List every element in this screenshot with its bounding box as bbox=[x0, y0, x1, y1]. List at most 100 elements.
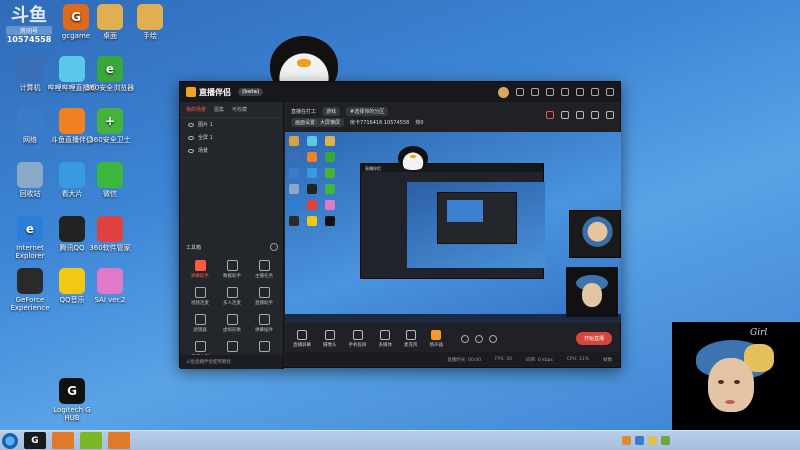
minimize-icon[interactable] bbox=[576, 88, 584, 96]
status-duration: 直播时长: 00:00 bbox=[447, 357, 482, 363]
btn-label: 扬声器 bbox=[429, 342, 444, 348]
media-button[interactable]: 多媒体 bbox=[379, 329, 392, 348]
version-pill: (beta) bbox=[238, 88, 264, 96]
screenshot-icon[interactable] bbox=[576, 111, 584, 119]
message-icon[interactable] bbox=[531, 88, 539, 96]
desktop-icon[interactable]: SAI ver.2 bbox=[84, 268, 136, 304]
watermark-sub: 房间号 bbox=[6, 26, 52, 35]
tool-button[interactable]: 直播助手 bbox=[248, 287, 280, 306]
screen-setting-chip[interactable]: 画面设置：大屏横屏 bbox=[291, 118, 345, 127]
btn-label: 直播屏幕 bbox=[293, 342, 311, 348]
portrait-signature: Girl bbox=[750, 328, 768, 338]
tool-icon bbox=[226, 287, 238, 298]
tool-button[interactable]: 滤镜器 bbox=[184, 314, 216, 333]
tab-favorites[interactable]: 可收藏 bbox=[232, 106, 247, 113]
btn-label: 麦克风 bbox=[404, 342, 418, 348]
tool-button[interactable]: 主播任务 bbox=[248, 260, 280, 279]
lock-icon[interactable] bbox=[561, 111, 569, 119]
tool-icon bbox=[194, 260, 206, 271]
brand-logo-icon bbox=[186, 87, 196, 97]
taskbar-app-douyu[interactable] bbox=[108, 432, 130, 449]
tray-icon[interactable] bbox=[622, 436, 631, 445]
tab-my-scenes[interactable]: 我的场景 bbox=[186, 106, 206, 113]
record-icon[interactable] bbox=[546, 111, 554, 119]
more-icon[interactable] bbox=[270, 243, 278, 251]
system-tray bbox=[622, 436, 670, 445]
desktop-icon[interactable]: G Logitech G HUB bbox=[46, 378, 98, 422]
eye-icon[interactable] bbox=[188, 122, 194, 127]
app-icon bbox=[59, 56, 85, 82]
maximize-icon[interactable] bbox=[591, 88, 599, 96]
section-chip[interactable]: #选择你的分区 bbox=[346, 107, 389, 116]
phone-icon bbox=[352, 329, 363, 340]
tool-label: 多人连麦 bbox=[223, 301, 241, 306]
scene-label: 全屏 1 bbox=[198, 135, 213, 141]
room-info-bar: 直播在打工 游戏 #选择你的分区 画面设置：大屏横屏 房卡7716416 105… bbox=[285, 102, 620, 132]
close-icon[interactable] bbox=[606, 88, 614, 96]
room-title[interactable]: 直播在打工 bbox=[291, 108, 316, 115]
scene-item[interactable]: 全屏 1 bbox=[180, 131, 283, 144]
skin-icon[interactable] bbox=[516, 88, 524, 96]
taskbar-app-360[interactable] bbox=[80, 432, 102, 449]
brand: 直播伴侣 (beta) bbox=[186, 87, 264, 98]
brand-name: 直播伴侣 bbox=[199, 87, 231, 97]
desktop-icon[interactable]: 手绘 bbox=[124, 4, 176, 40]
source-toolbar: 直播屏幕 摄像头 手机投屏 多媒体 麦克风 扬声器 开始直播 bbox=[285, 323, 620, 354]
tool-button[interactable]: 数据助手 bbox=[216, 260, 248, 279]
taskbar-app-speaker[interactable] bbox=[52, 432, 74, 449]
portrait-preview-small bbox=[566, 267, 618, 317]
toolbox-title: 工具箱 bbox=[186, 245, 202, 251]
eye-icon[interactable] bbox=[188, 135, 194, 140]
tutorial-link[interactable]: 斗鱼直播伴侣使用教程 bbox=[180, 355, 283, 369]
app-icon bbox=[97, 268, 123, 294]
desktop-icon[interactable]: 微信 bbox=[84, 162, 136, 198]
tray-icon[interactable] bbox=[635, 436, 644, 445]
camera-button[interactable]: 摄像头 bbox=[323, 329, 337, 348]
tray-icon[interactable] bbox=[661, 436, 670, 445]
speaker-icon bbox=[431, 329, 442, 340]
audio-settings-icon[interactable] bbox=[475, 334, 483, 343]
app-icon bbox=[97, 162, 123, 188]
tool-icon bbox=[194, 341, 206, 352]
tool-button[interactable]: 弹幕插件 bbox=[248, 314, 280, 333]
tool-button[interactable]: 弹幕助手 bbox=[184, 260, 216, 279]
settings-icon[interactable] bbox=[546, 88, 554, 96]
app-titlebar[interactable]: 直播伴侣 (beta) bbox=[180, 82, 620, 102]
desktop-icon[interactable]: e 360安全浏览器 bbox=[84, 56, 136, 92]
gift-icon[interactable] bbox=[561, 88, 569, 96]
desktop-icon[interactable]: +360安全卫士 bbox=[84, 108, 136, 144]
scene-item[interactable]: 场景 bbox=[180, 144, 283, 157]
tool-icon bbox=[226, 260, 238, 271]
eye-icon[interactable] bbox=[188, 148, 194, 153]
tool-button[interactable]: 虚拟形象 bbox=[216, 314, 248, 333]
app-icon bbox=[97, 4, 123, 30]
desktop-icon[interactable]: 360软件管家 bbox=[84, 216, 136, 252]
status-frames: 帧数 bbox=[603, 357, 612, 363]
tool-button[interactable]: 多人连麦 bbox=[216, 287, 248, 306]
phone-cast-button[interactable]: 手机投屏 bbox=[349, 329, 367, 348]
penguin-image-preview bbox=[398, 146, 428, 170]
record-video-icon[interactable] bbox=[461, 334, 469, 343]
speaker-button[interactable]: 扬声器 bbox=[429, 329, 444, 348]
start-live-button[interactable]: 开始直播 bbox=[575, 332, 612, 345]
tray-icon[interactable] bbox=[648, 436, 657, 445]
start-button[interactable] bbox=[2, 432, 18, 449]
taskbar-app-gcgame[interactable]: G bbox=[24, 432, 46, 449]
gear-icon[interactable] bbox=[489, 334, 497, 343]
category-chip[interactable]: 游戏 bbox=[322, 107, 341, 116]
portrait-thumbnail bbox=[569, 210, 621, 258]
avatar[interactable] bbox=[498, 86, 509, 98]
tool-icon bbox=[194, 287, 206, 298]
screen-capture-button[interactable]: 直播屏幕 bbox=[293, 329, 311, 348]
portrait-overlay: Girl bbox=[672, 322, 800, 443]
windows-taskbar: G bbox=[0, 430, 800, 450]
bell-icon[interactable] bbox=[591, 111, 599, 119]
tab-gallery[interactable]: 图集 bbox=[214, 106, 224, 113]
scene-item[interactable]: 图片 1 bbox=[180, 118, 283, 131]
desktop-icon-label: Logitech G HUB bbox=[53, 406, 91, 423]
microphone-button[interactable]: 麦克风 bbox=[404, 329, 418, 348]
tool-icon bbox=[258, 341, 270, 352]
tool-label: 弹幕插件 bbox=[255, 328, 273, 333]
tool-button[interactable]: 视频连麦 bbox=[184, 287, 216, 306]
share-icon[interactable] bbox=[606, 111, 614, 119]
